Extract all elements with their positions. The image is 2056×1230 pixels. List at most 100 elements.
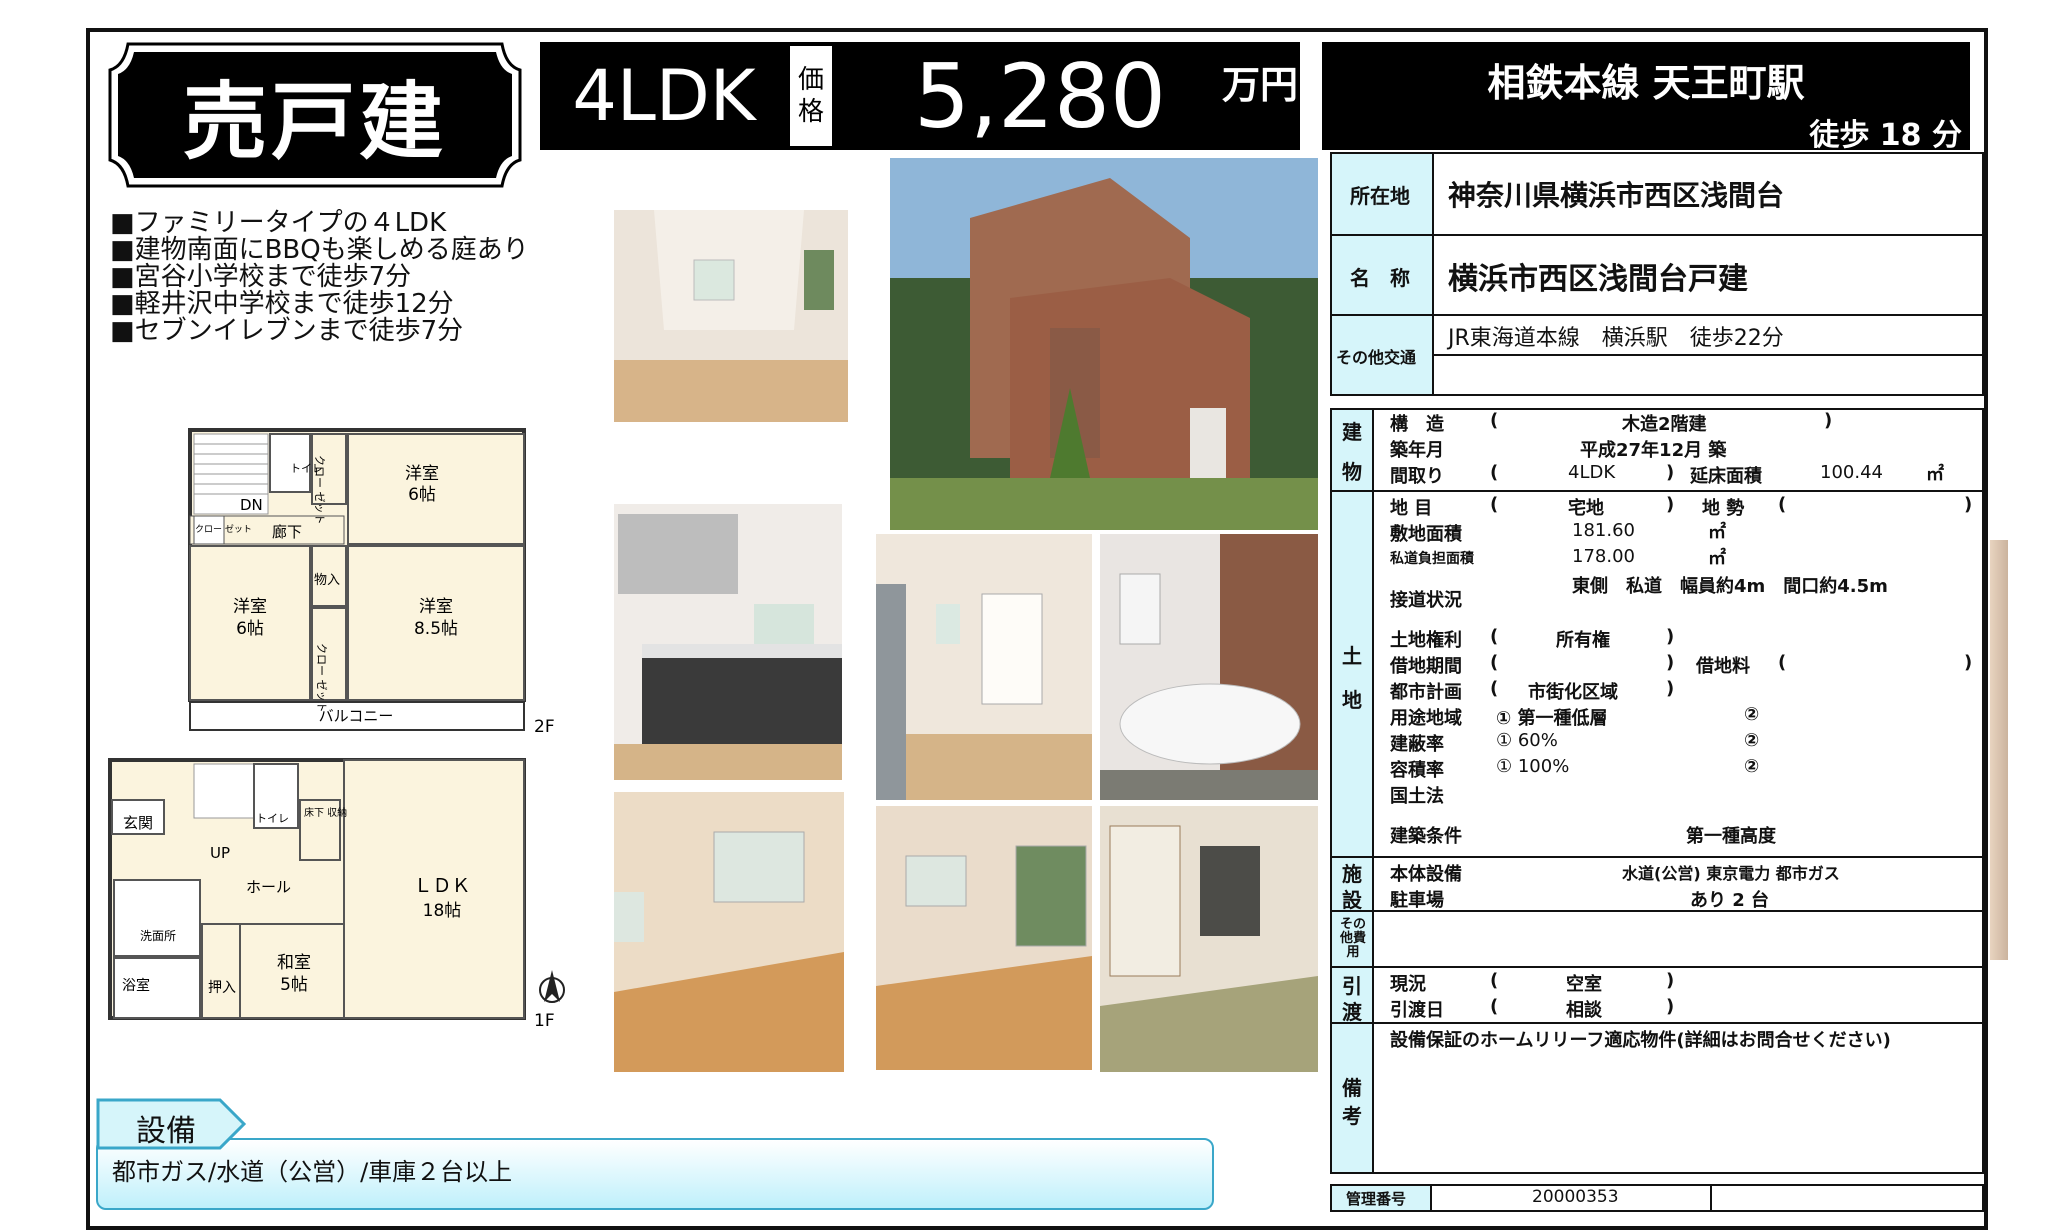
fp-1f-up: UP (210, 844, 230, 862)
transport-value: JR東海道本線 横浜駅 徒歩22分 (1448, 326, 1784, 351)
fp-2f-closet-small: クロー ゼット (195, 523, 252, 535)
zoning-label: 用途地域 (1390, 708, 1462, 729)
price-bar: 4LDK 価 格 5,280 万円 (540, 42, 1300, 150)
photo-exterior (890, 158, 1318, 530)
fp-2f-closet-b: クロー ゼット (315, 643, 328, 713)
fp-2f-storage: 物入 (314, 573, 340, 588)
photo-bathroom (1100, 534, 1318, 800)
photo-kitchen (614, 504, 842, 780)
price-label-char: 価 (797, 65, 824, 95)
fp-2f-hallway: 廊下 (272, 523, 302, 541)
floor-plan: トイレ クロー ゼット 洋室 6帖 DN クロー ゼット 廊下 洋室 6帖 物入… (108, 428, 565, 1031)
utilities-value: 水道(公営) 東京電力 都市ガス (1622, 864, 1840, 883)
compass-icon (539, 970, 565, 1003)
city-plan-value: 市街化区域 (1528, 682, 1618, 703)
location-label: 所在地 (1350, 184, 1410, 208)
category-value: 宅地 (1568, 498, 1604, 519)
feature-item: ■宮谷小学校まで徒歩7分 (110, 262, 412, 292)
equipment-box: 都市ガス/水道（公営）/車庫２台以上 (96, 1138, 1214, 1210)
structure-value: 木造2階建 (1622, 414, 1707, 435)
equipment-text: 都市ガス/水道（公営）/車庫２台以上 (112, 1158, 513, 1186)
access-label: 接道状況 (1390, 590, 1462, 611)
parking-value: あり 2 台 (1690, 890, 1770, 911)
site-area-value: 181.60 (1572, 520, 1635, 541)
utilities-label: 本体設備 (1390, 864, 1462, 885)
lease-fee-label: 借地料 (1696, 656, 1750, 677)
photo-bedroom-b (876, 806, 1092, 1070)
price-label-char: 格 (797, 97, 824, 127)
remarks-section: 備 考 (1332, 1024, 1374, 1172)
layout-value: 4LDK (1568, 462, 1616, 483)
price-label: 価 格 (790, 46, 832, 146)
other-costs-label: その 他費 用 (1339, 917, 1366, 960)
feature-item: ■建物南面にBBQも楽しめる庭あり (110, 235, 529, 265)
price-value: 5,280 (914, 44, 1166, 148)
far-label: 容積率 (1390, 760, 1444, 781)
feature-item: ■軽井沢中学校まで徒歩12分 (110, 289, 454, 319)
photo-washitsu (1100, 806, 1318, 1072)
edge-decoration (1990, 540, 2008, 960)
fp-2f-room-w-size: 6帖 (236, 619, 264, 639)
floor-plan-1f: 玄関 トイレ 床下 収納 UP ホール ＬＤＫ 18帖 洗面所 浴室 押入 和室… (108, 758, 565, 1031)
fp-1f-washitsu-size: 5帖 (280, 975, 308, 995)
far-value-2: ② (1744, 756, 1760, 777)
fp-1f-washroom: 洗面所 (140, 929, 176, 943)
feature-item: ■セブンイレブンまで徒歩7分 (110, 316, 464, 346)
fp-1f-washitsu-name: 和室 (277, 953, 311, 973)
lease-period-label: 借地期間 (1390, 656, 1462, 677)
fp-floor1-label: 1F (534, 1011, 555, 1031)
handover-section: 引 渡 (1332, 968, 1374, 1024)
building-cond-value: 第一種高度 (1686, 826, 1776, 847)
property-table: 建 物 構 造 ( 木造2階建 ) 築年月 平成27年12月 築 間取り ( 4… (1330, 408, 1984, 1174)
fp-2f-room-c-size: 8.5帖 (414, 619, 458, 639)
fp-2f-room-ne-name: 洋室 (405, 464, 439, 484)
handover-date-value: 相談 (1566, 1000, 1602, 1021)
access-value: 東側 私道 幅員約4m 間口約4.5m (1572, 576, 1888, 597)
city-plan-label: 都市計画 (1390, 682, 1462, 703)
facilities-section: 施 設 (1332, 858, 1374, 912)
station-header: 相鉄本線 天王町駅 徒歩 18 分 (1322, 42, 1970, 153)
parking-label: 駐車場 (1390, 890, 1444, 911)
management-number: 20000353 (1532, 1187, 1619, 1207)
structure-label: 構 造 (1390, 414, 1444, 435)
price-unit: 万円 (1222, 63, 1299, 107)
private-road-value: 178.00 (1572, 546, 1635, 567)
layout-type: 4LDK (572, 55, 756, 137)
handover-date-label: 引渡日 (1390, 1000, 1444, 1021)
built-label: 築年月 (1390, 440, 1444, 461)
coverage-label: 建蔽率 (1390, 734, 1444, 755)
floor-area-value: 100.44 (1820, 462, 1883, 483)
station-walk: 徒歩 18 分 (1809, 118, 1962, 153)
building-cond-label: 建築条件 (1390, 826, 1462, 847)
rights-value: 所有権 (1556, 630, 1610, 651)
status-label: 現況 (1390, 974, 1426, 995)
fp-1f-hall: ホール (246, 878, 291, 896)
floor-plan-2f: トイレ クロー ゼット 洋室 6帖 DN クロー ゼット 廊下 洋室 6帖 物入… (188, 428, 555, 737)
fp-1f-ldk-name: ＬＤＫ (413, 875, 470, 897)
fp-1f-underfloor: 床下 収納 (304, 806, 347, 819)
built-value: 平成27年12月 築 (1580, 440, 1727, 461)
land-section: 土 地 (1332, 492, 1374, 856)
fp-1f-oshiire: 押入 (208, 980, 236, 996)
fp-2f-balcony: バルコニー (319, 707, 394, 725)
zoning-value-1: ① 第一種低層 (1496, 708, 1608, 729)
fp-floor2-label: 2F (534, 717, 555, 737)
management-label: 管理番号 (1346, 1190, 1407, 1208)
fp-2f-room-ne-size: 6帖 (408, 485, 436, 505)
coverage-value-2: ② (1744, 730, 1760, 751)
remarks-text: 設備保証のホームリリーフ適応物件(詳細はお問合せください) (1390, 1030, 1891, 1051)
fp-2f-room-w-name: 洋室 (233, 597, 267, 617)
fp-1f-toilet: トイレ (256, 812, 289, 825)
rights-label: 土地権利 (1390, 630, 1462, 651)
private-road-label: 私道負担面積 (1390, 551, 1474, 567)
land-law-label: 国土法 (1390, 786, 1444, 807)
layout-label: 間取り (1390, 466, 1444, 487)
fp-1f-entrance: 玄関 (123, 814, 153, 832)
site-area-label: 敷地面積 (1390, 524, 1462, 545)
terrain-label: 地 勢 (1702, 498, 1745, 519)
equipment-tag: 設備 (96, 1098, 246, 1150)
category-label: 地 目 (1390, 498, 1433, 519)
property-type-text: 売戸建 (182, 72, 447, 171)
photo-living (614, 210, 848, 422)
management-table: 管理番号 20000353 (1330, 1184, 1984, 1212)
